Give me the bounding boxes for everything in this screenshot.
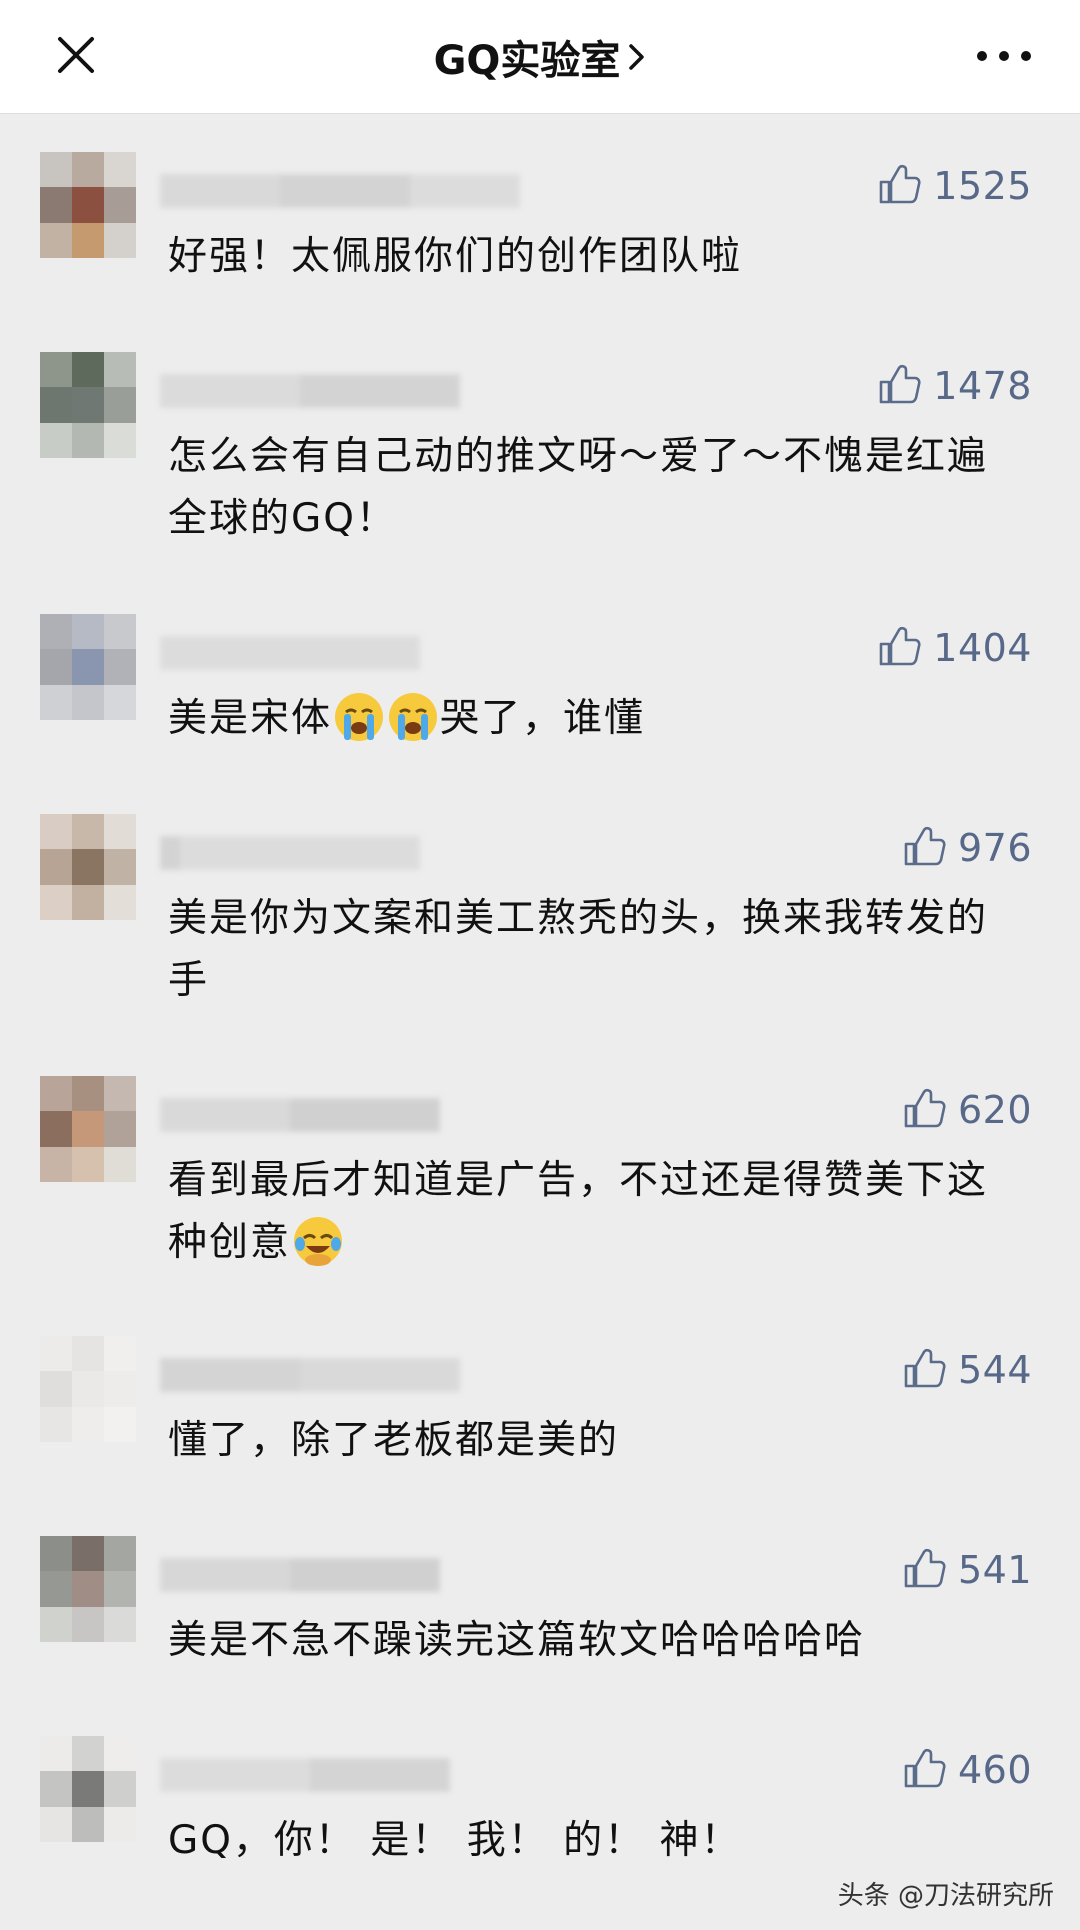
username-blurred[interactable] [160, 1558, 440, 1592]
comment-text: 懂了，除了老板都是美的 [168, 1418, 620, 1463]
watermark: 头条 @刀法研究所 [837, 1881, 1054, 1911]
thumbs-up-icon [877, 362, 921, 410]
like-count: 544 [957, 1348, 1032, 1392]
thumbs-up-icon [902, 1086, 946, 1134]
like-count: 541 [957, 1548, 1032, 1592]
like-button[interactable]: 976 [902, 824, 1032, 872]
like-count: 620 [957, 1088, 1032, 1132]
like-button[interactable]: 544 [902, 1346, 1032, 1394]
account-title[interactable]: GQ实验室 [434, 28, 647, 86]
comment-text: 怎么会有自己动的推文呀～爱了～不愧是红遍全球的GQ！ [168, 434, 989, 541]
avatar[interactable] [40, 614, 136, 720]
username-blurred[interactable] [160, 636, 420, 670]
comment-text: GQ，你！ 是！ 我！ 的！ 神！ [168, 1818, 742, 1863]
avatar[interactable] [40, 352, 136, 458]
top-bar: GQ实验室 [0, 0, 1080, 114]
avatar[interactable] [40, 1536, 136, 1642]
like-button[interactable]: 620 [902, 1086, 1032, 1134]
like-count: 1478 [933, 364, 1032, 408]
like-button[interactable]: 1478 [877, 362, 1032, 410]
thumbs-up-icon [902, 1546, 946, 1594]
username-blurred[interactable] [160, 174, 520, 208]
close-icon[interactable] [48, 27, 104, 83]
username-blurred[interactable] [160, 374, 460, 408]
comment-text: 美是不急不躁读完这篇软文哈哈哈哈哈 [168, 1618, 866, 1663]
loudly-crying-face-icon [332, 690, 386, 744]
comment-text: 美是你为文案和美工熬秃的头，换来我转发的手 [168, 896, 989, 1003]
like-button[interactable]: 1525 [877, 162, 1032, 210]
username-blurred[interactable] [160, 1098, 440, 1132]
username-blurred[interactable] [160, 1758, 450, 1792]
avatar[interactable] [40, 814, 136, 920]
comment-text: 好强！太佩服你们的创作团队啦 [168, 234, 743, 279]
chevron-right-icon [628, 42, 646, 72]
thumbs-up-icon [877, 624, 921, 672]
comment-text: 美是宋体 哭了，谁懂 [168, 688, 1018, 750]
account-title-label: GQ实验室 [433, 37, 621, 84]
thumbs-up-icon [902, 1346, 946, 1394]
loudly-crying-face-icon [386, 690, 440, 744]
thumbs-up-icon [902, 1746, 946, 1794]
avatar[interactable] [40, 1336, 136, 1442]
comment-text-part: 哭了，谁懂 [440, 696, 646, 741]
username-blurred[interactable] [160, 836, 420, 870]
like-count: 460 [957, 1748, 1032, 1792]
like-button[interactable]: 460 [902, 1746, 1032, 1794]
comment-text: 看到最后才知道是广告，不过还是得赞美下这种创意 [168, 1150, 1018, 1274]
like-count: 1525 [933, 164, 1032, 208]
avatar[interactable] [40, 152, 136, 258]
username-blurred[interactable] [160, 1358, 460, 1392]
avatar[interactable] [40, 1736, 136, 1842]
comment-text-part: 美是宋体 [168, 696, 333, 741]
face-with-tears-of-joy-icon [291, 1214, 345, 1268]
more-icon[interactable] [974, 36, 1034, 76]
like-count: 976 [957, 826, 1032, 870]
thumbs-up-icon [877, 162, 921, 210]
avatar[interactable] [40, 1076, 136, 1182]
like-button[interactable]: 541 [902, 1546, 1032, 1594]
like-count: 1404 [933, 626, 1032, 670]
thumbs-up-icon [902, 824, 946, 872]
like-button[interactable]: 1404 [877, 624, 1032, 672]
